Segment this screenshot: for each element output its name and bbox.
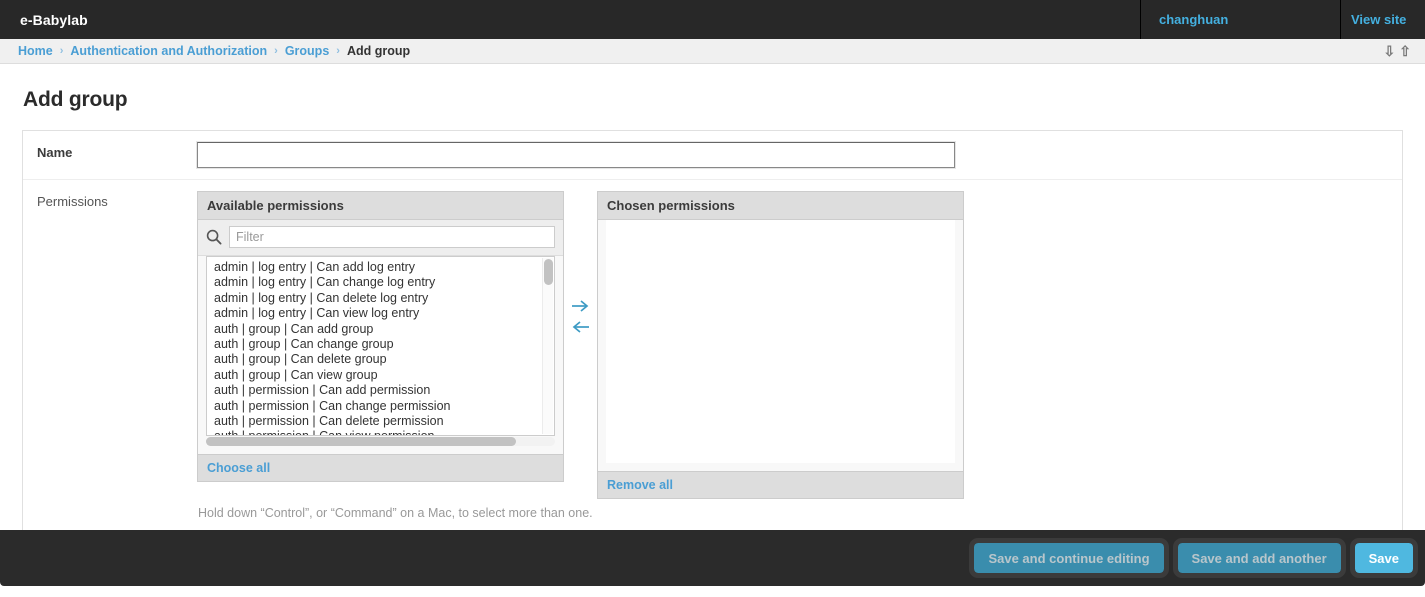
user-tools: changhuan — [1140, 0, 1340, 39]
permissions-selector: Available permissions admin | log entry … — [197, 191, 1402, 499]
submit-row: Save and continue editing Save and add a… — [0, 530, 1425, 586]
arrow-left-icon[interactable] — [571, 319, 590, 335]
group-form-module: Name Permissions Available permissions F… — [22, 130, 1403, 532]
list-item[interactable]: auth | permission | Can change permissio… — [207, 399, 554, 414]
name-label: Name — [37, 145, 73, 160]
branding: e-Babylab — [0, 0, 1140, 39]
chosen-permissions-title: Chosen permissions — [598, 192, 963, 220]
form-row-name: Name — [23, 131, 1402, 180]
choose-all-link[interactable]: Choose all — [207, 461, 270, 475]
save-button[interactable]: Save — [1349, 538, 1419, 578]
list-item[interactable]: auth | group | Can change group — [207, 337, 554, 352]
chosen-permissions-list[interactable] — [606, 220, 955, 463]
available-filter-row — [198, 220, 563, 256]
save-and-continue-button[interactable]: Save and continue editing — [969, 538, 1169, 578]
arrow-right-icon[interactable] — [571, 298, 590, 314]
breadcrumb-separator-icon: › — [59, 45, 64, 57]
form-row-permissions: Permissions Available permissions Filter… — [23, 180, 1402, 531]
available-list-scroll-thumb[interactable] — [544, 259, 553, 285]
site-header: e-Babylab changhuan View site — [0, 0, 1425, 39]
site-title: e-Babylab — [20, 11, 88, 28]
name-input[interactable] — [197, 142, 955, 168]
available-permissions-list[interactable]: admin | log entry | Can add log entry adm… — [206, 256, 555, 436]
breadcrumb-separator-icon: › — [336, 45, 340, 57]
chosen-footer: Remove all — [598, 471, 963, 498]
breadcrumb-item-groups[interactable]: Groups — [285, 44, 329, 58]
list-item[interactable]: auth | permission | Can delete permissio… — [207, 414, 554, 429]
available-list-hscroll-thumb[interactable] — [206, 437, 516, 446]
available-list-horizontal-scrollbar[interactable] — [206, 437, 555, 446]
save-and-add-another-button[interactable]: Save and add another — [1172, 538, 1346, 578]
available-permissions-title: Available permissions — [198, 192, 563, 220]
page-title: Add group — [23, 88, 128, 111]
list-item[interactable]: auth | group | Can delete group — [207, 352, 554, 367]
available-options-inner: admin | log entry | Can add log entry adm… — [207, 257, 554, 435]
list-item[interactable]: auth | group | Can view group — [207, 368, 554, 383]
search-icon — [206, 229, 222, 245]
name-field-wrap — [197, 142, 1402, 168]
chosen-permissions-box: Chosen permissions Remove all — [597, 191, 964, 499]
breadcrumb-item-auth[interactable]: Authentication and Authorization — [70, 44, 267, 58]
view-site-link[interactable]: View site — [1351, 12, 1406, 27]
breadcrumb-item-home[interactable]: Home — [18, 44, 53, 58]
available-filter-input[interactable] — [229, 226, 555, 248]
chevron-double-down-icon[interactable]: ⇩ — [1384, 44, 1396, 58]
available-footer: Choose all — [198, 454, 563, 481]
selector-arrow-buttons — [564, 191, 597, 335]
available-permissions-box: Available permissions admin | log entry … — [197, 191, 564, 482]
main-content: Add group Name Permissions Available per… — [0, 64, 1425, 555]
breadcrumb-item-current: Add group — [346, 44, 411, 58]
available-list-vertical-scrollbar[interactable] — [542, 258, 553, 434]
view-site-cell: View site — [1340, 0, 1425, 39]
breadcrumb: Home › Authentication and Authorization … — [0, 39, 1425, 64]
chevron-double-up-icon[interactable]: ⇧ — [1399, 44, 1411, 58]
username-link[interactable]: changhuan — [1159, 12, 1228, 27]
chosen-options-inner — [606, 220, 955, 223]
permissions-help-text: Hold down “Control”, or “Command” on a M… — [198, 506, 593, 520]
remove-all-link[interactable]: Remove all — [607, 478, 673, 492]
list-item[interactable]: admin | log entry | Can view log entry — [207, 306, 554, 321]
permissions-field-wrap: Available permissions admin | log entry … — [197, 191, 1402, 520]
list-item[interactable]: auth | group | Can add group — [207, 322, 554, 337]
list-item[interactable]: auth | permission | Can add permission — [207, 383, 554, 398]
breadcrumb-separator-icon: › — [274, 45, 278, 57]
list-item[interactable]: admin | log entry | Can change log entry — [207, 275, 554, 290]
list-item[interactable]: admin | log entry | Can delete log entry — [207, 291, 554, 306]
list-item[interactable]: auth | permission | Can view permission — [207, 429, 554, 435]
permissions-label: Permissions — [37, 194, 108, 209]
list-item[interactable]: admin | log entry | Can add log entry — [207, 260, 554, 275]
